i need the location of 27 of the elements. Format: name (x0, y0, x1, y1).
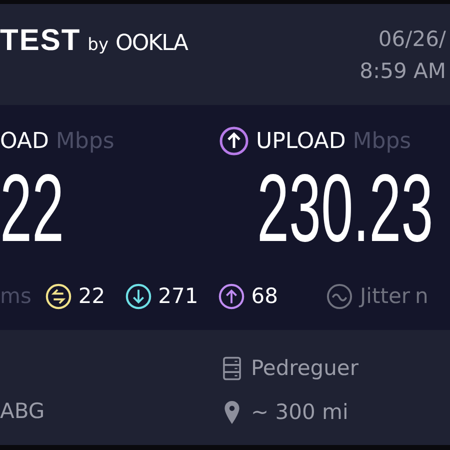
ping-unit: ms (0, 284, 32, 308)
server-name: Pedreguer (251, 355, 358, 382)
latency-value: 68 (251, 284, 278, 308)
date-text: 06/26/ (378, 26, 446, 53)
jitter-unit: n (415, 284, 428, 308)
brand-text: OOKLA (116, 31, 188, 56)
location-pin-icon (222, 400, 242, 424)
server-distance: ~ 300 mi (251, 399, 348, 426)
latency-value: 271 (158, 284, 198, 308)
logo-text: TEST (0, 24, 81, 58)
upload-label: UPLOAD (256, 128, 346, 154)
isp-name: ABG (0, 398, 46, 425)
server-icon (222, 356, 242, 380)
jitter-label: Jitter (360, 284, 410, 308)
upload-latency-icon (218, 282, 246, 310)
unit-label: Mbps (56, 128, 114, 154)
latency-value: 22 (78, 284, 106, 308)
download-label: OAD (0, 128, 49, 154)
idle-latency-icon (45, 282, 72, 310)
logo-by-text: by (88, 35, 109, 55)
upload-speed: 230.23 (257, 159, 434, 259)
jitter-icon (326, 282, 353, 310)
time-text: 8:59 AM (360, 58, 446, 85)
upload-icon (219, 126, 249, 156)
download-speed: 22 (0, 159, 64, 259)
download-latency-icon (125, 282, 152, 310)
unit-label: Mbps (352, 128, 412, 154)
